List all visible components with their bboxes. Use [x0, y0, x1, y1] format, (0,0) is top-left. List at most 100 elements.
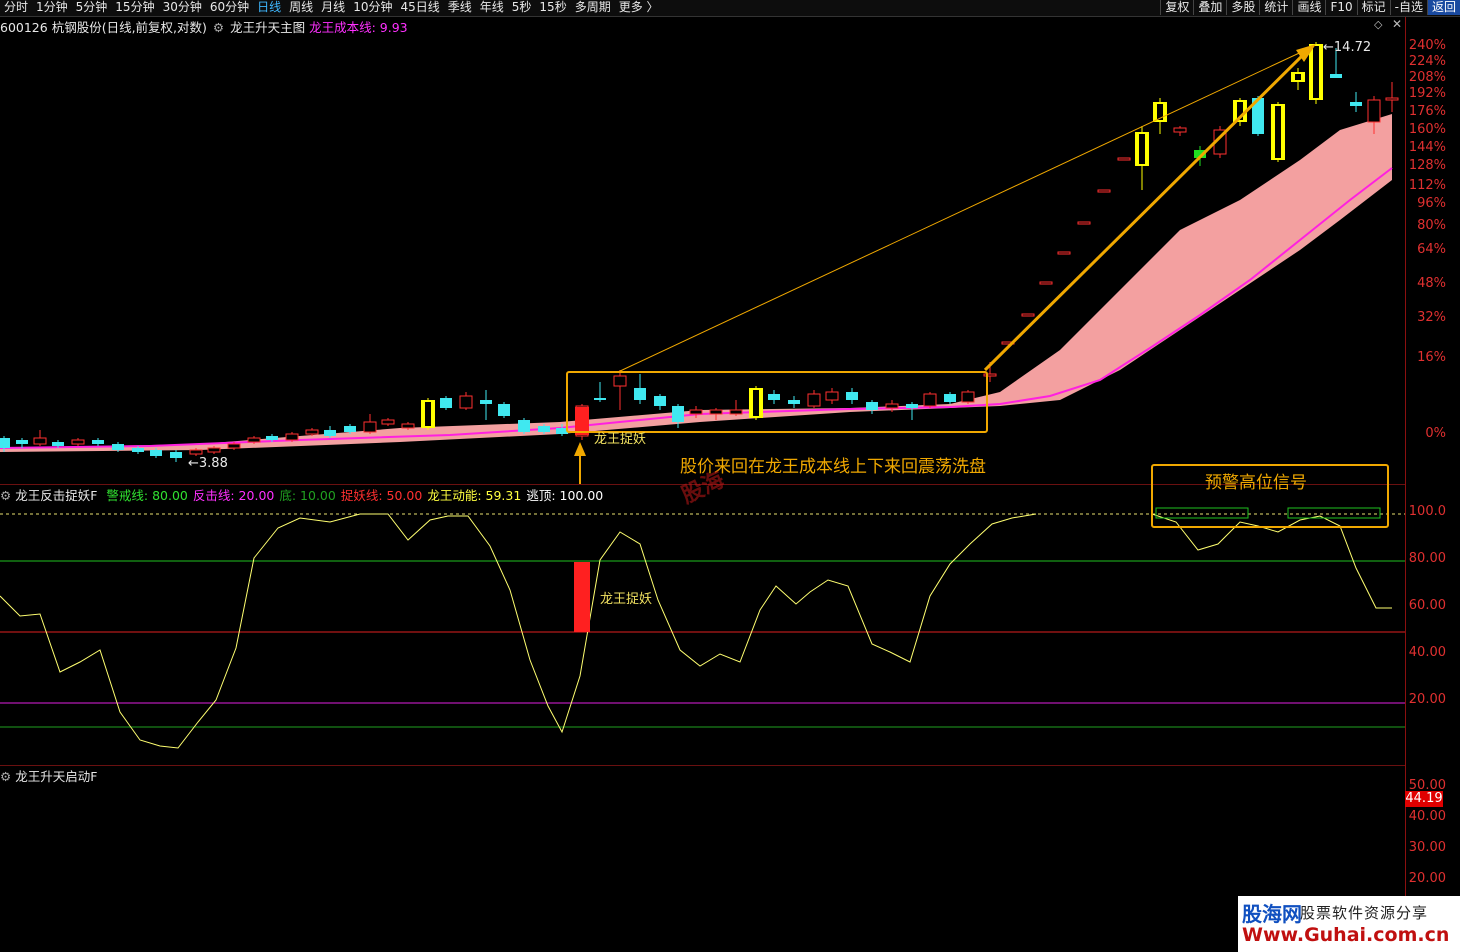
axis-tick-label: 112%	[1408, 178, 1446, 193]
candle-body-inner	[1139, 134, 1145, 164]
candle-body-down	[498, 404, 510, 416]
candle-body-down	[150, 450, 162, 456]
axis-tick-label: 64%	[1417, 242, 1446, 257]
toolbar-button[interactable]: 画线	[1292, 0, 1325, 15]
candle-body-down	[92, 440, 104, 444]
axis-tick-label: 160%	[1408, 122, 1446, 137]
logo-url: Www.Guhai.com.cn	[1242, 924, 1450, 946]
candle-body-up	[71, 439, 85, 445]
toolbar-button[interactable]: F10	[1325, 0, 1356, 15]
period-toolbar: 分时 1分钟 5分钟 15分钟 30分钟 60分钟 日线 周线 月线 10分钟 45日线 季线 年线 5秒…	[0, 0, 1460, 17]
axis-tick-label: 40.00	[1408, 645, 1446, 660]
sub2-axis: 50.00 40.00 30.00 20.00	[1405, 766, 1460, 896]
period-tab[interactable]: 5分钟	[72, 0, 112, 15]
toolbar-button[interactable]: 叠加	[1193, 0, 1226, 15]
logo-tagline: 股票软件资源分享	[1300, 904, 1429, 922]
candle-body-inner	[425, 402, 431, 426]
toolbar-button[interactable]: 标记	[1356, 0, 1390, 15]
signal-arrow-head	[574, 442, 586, 456]
candle-body-up	[285, 433, 299, 441]
toolbar-button[interactable]: 统计	[1259, 0, 1292, 15]
signal-label-sub1: 龙王捉妖	[600, 592, 653, 607]
period-tab[interactable]: 分时	[0, 0, 32, 15]
candle-body-up	[1385, 97, 1399, 101]
candle-body-inner	[1295, 74, 1301, 80]
pane-separator-2	[0, 765, 1405, 766]
logo-name: 股海网	[1242, 902, 1302, 926]
axis-tick-label: 192%	[1408, 86, 1446, 101]
period-tab[interactable]: 周线	[285, 0, 317, 15]
candle-body-up	[189, 449, 203, 455]
candle-body-up	[1021, 313, 1035, 317]
axis-tick-label: 0%	[1425, 426, 1446, 441]
axis-tick-label: 144%	[1408, 140, 1446, 155]
period-tab[interactable]: 30分钟	[159, 0, 206, 15]
right-toolbar: 复权 叠加 多股 统计 画线 F10 标记 -自选 返回	[1160, 0, 1460, 15]
toolbar-button[interactable]: 多股	[1226, 0, 1259, 15]
period-tab[interactable]: 60分钟	[206, 0, 253, 15]
candle-body-down	[52, 442, 64, 446]
high-price-label: ←14.72	[1323, 40, 1372, 55]
axis-tick-label: 176%	[1408, 104, 1446, 119]
period-tab[interactable]: 季线	[444, 0, 476, 15]
axis-tick-label: 30.00	[1408, 840, 1446, 855]
candle-body-up	[33, 437, 47, 445]
sub2-name[interactable]: 龙王升天启动F	[15, 769, 97, 784]
toolbar-button[interactable]: -自选	[1389, 0, 1427, 15]
settings-icon[interactable]: ⚙	[0, 769, 11, 784]
period-tab[interactable]: 15分钟	[111, 0, 158, 15]
period-tab[interactable]: 月线	[317, 0, 349, 15]
washout-annotation-box	[566, 371, 988, 433]
period-tab[interactable]: 10分钟	[349, 0, 396, 15]
axis-tick-label: 48%	[1417, 276, 1446, 291]
candle-body-down	[480, 400, 492, 404]
period-tab[interactable]: 1分钟	[32, 0, 72, 15]
candle-body-inner	[1275, 106, 1281, 158]
period-tab[interactable]: 45日线	[396, 0, 443, 15]
candle-body-up	[363, 421, 377, 433]
washout-annotation-text: 股价来回在龙王成本线上下来回震荡洗盘	[680, 457, 986, 477]
candle-body-down	[170, 452, 182, 458]
axis-tick-label: 80.00	[1408, 551, 1446, 566]
axis-tick-label: 96%	[1417, 196, 1446, 211]
candle-body-down	[1330, 74, 1342, 78]
period-tab[interactable]: 日线	[253, 0, 285, 15]
period-tab[interactable]: 年线	[476, 0, 508, 15]
candle-body-up	[401, 423, 415, 429]
candle-body-down	[344, 426, 356, 432]
current-value-badge: 44.19	[1405, 791, 1443, 807]
candle-body-down	[440, 398, 452, 408]
candle-body-up	[305, 429, 319, 435]
candle-body-up	[247, 437, 261, 443]
period-tab[interactable]: 5秒	[508, 0, 536, 15]
candle-body-up	[1039, 281, 1053, 285]
close-icon[interactable]: ✕	[1392, 17, 1402, 31]
toolbar-button[interactable]: 返回	[1426, 0, 1460, 15]
period-tab[interactable]: 多周期	[571, 0, 615, 15]
low-price-label: ←3.88	[188, 456, 228, 471]
axis-tick-label: 100.0	[1408, 504, 1446, 519]
axis-tick-label: 32%	[1417, 310, 1446, 325]
period-tabs: 分时 1分钟 5分钟 15分钟 30分钟 60分钟 日线 周线 月线 10分钟 45日线 季线 年线 5秒…	[0, 0, 663, 15]
candle-body-down	[324, 430, 336, 436]
candle-body-down	[16, 440, 28, 444]
candle-body-up	[381, 419, 395, 425]
period-tab[interactable]: 更多 〉	[615, 0, 663, 15]
momentum-oscillator-chart[interactable]	[0, 500, 1405, 765]
axis-tick-label: 80%	[1417, 218, 1446, 233]
candle-body-up	[1173, 127, 1187, 133]
candle-body-up	[207, 447, 221, 453]
candle-body-inner	[1313, 46, 1319, 98]
candle-body-up	[1097, 189, 1111, 193]
axis-tick-label: 224%	[1408, 54, 1446, 69]
warning-annotation-text: 预警高位信号	[1205, 473, 1307, 493]
axis-tick-label: 240%	[1408, 38, 1446, 53]
toolbar-button[interactable]: 复权	[1160, 0, 1193, 15]
axis-tick-label: 20.00	[1408, 692, 1446, 707]
candle-body-up	[1057, 251, 1071, 255]
candle-body-down	[132, 448, 144, 452]
candle-body-down	[266, 436, 278, 440]
period-tab[interactable]: 15秒	[535, 0, 570, 15]
candle-body-down	[112, 444, 124, 450]
axis-tick-label: 16%	[1417, 350, 1446, 365]
